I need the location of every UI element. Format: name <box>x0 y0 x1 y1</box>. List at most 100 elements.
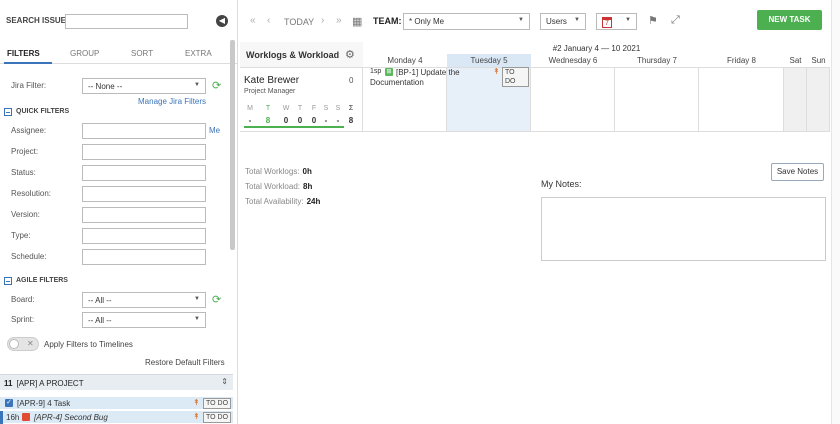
refresh-icon[interactable]: ⟳ <box>212 293 221 306</box>
save-notes-button[interactable]: Save Notes <box>771 163 824 181</box>
double-chevron-right-icon[interactable]: » <box>336 15 342 26</box>
jira-filter-row: Jira Filter: -- None -- ▼ ⟳ <box>0 77 237 95</box>
double-chevron-left-icon[interactable]: « <box>250 15 256 26</box>
weekday-letter: T <box>265 105 271 112</box>
task-checkbox-icon: ✓ <box>5 399 13 407</box>
notes-textarea[interactable] <box>541 197 826 261</box>
user-role: Project Manager <box>244 88 296 95</box>
total-worklogs-value: 0h <box>302 167 312 176</box>
chevron-left-icon[interactable]: ‹ <box>267 15 270 26</box>
project-group-header[interactable]: 11 [APR] A PROJECT ⇕ <box>0 374 233 390</box>
view-select[interactable]: Users ▼ <box>540 13 586 30</box>
day-header-thursday: Thursday 7 <box>615 54 699 68</box>
total-availability-label: Total Availability: <box>245 197 304 206</box>
assignee-input[interactable] <box>82 123 206 139</box>
weekday-letter: W <box>282 105 290 112</box>
weekday-letter: M <box>247 105 253 112</box>
worklogs-header: Worklogs & Workload ⚙ <box>240 42 363 68</box>
version-label: Version: <box>11 210 40 219</box>
day-cell-thursday[interactable] <box>615 68 699 132</box>
chevron-down-icon: ▼ <box>625 17 631 23</box>
calendar-icon[interactable]: ▦ <box>352 15 362 28</box>
toggle-off-icon: ✕ <box>27 339 34 348</box>
left-panel-scrollbar[interactable] <box>230 40 235 250</box>
day-header-tuesday: Tuesday 5 <box>447 54 531 68</box>
sprint-select[interactable]: -- All -- ▼ <box>82 312 206 328</box>
expand-icon[interactable]: ⤢ <box>671 14 680 27</box>
apply-timelines-toggle[interactable]: ✕ <box>7 337 39 351</box>
new-task-button[interactable]: NEW TASK <box>757 10 822 30</box>
day-cell-wednesday[interactable] <box>531 68 615 132</box>
total-worklogs-label: Total Worklogs: <box>245 167 300 176</box>
story-icon: ⊞ <box>385 68 393 76</box>
restore-default-filters-link[interactable]: Restore Default Filters <box>145 358 225 367</box>
day-header-monday: Monday 4 <box>363 54 447 68</box>
search-input[interactable] <box>65 14 188 29</box>
total-workload: Total Workload: 8h <box>245 182 312 191</box>
filter-tabs: FILTERS GROUP SORT EXTRA <box>0 44 237 64</box>
resolution-input[interactable] <box>82 186 206 202</box>
jira-filter-value: -- None -- <box>88 82 123 91</box>
team-label: TEAM: <box>373 16 402 26</box>
assignee-label: Assignee: <box>11 126 47 135</box>
schedule-input[interactable] <box>82 249 206 265</box>
task-card[interactable]: [BP-1] Update the Documentation 1sp ⊞ ↟ … <box>368 67 529 89</box>
weekday-letter: F <box>311 105 317 112</box>
date-picker[interactable]: 7 ▼ <box>596 13 637 30</box>
me-link[interactable]: Me <box>209 126 220 135</box>
issue-estimate: 16h <box>6 413 20 422</box>
version-input[interactable] <box>82 207 206 223</box>
priority-high-icon: ↟ <box>193 398 200 407</box>
task-card-estimate: 1sp <box>370 68 382 75</box>
issue-row[interactable]: 16h [APR-4] Second Bug ↟ TO DO <box>0 411 233 424</box>
chevron-right-icon[interactable]: › <box>321 15 324 26</box>
user-row[interactable]: Kate Brewer Project Manager 0 M T W T F … <box>240 68 363 132</box>
quick-filters-section[interactable]: QUICK FILTERS <box>4 106 234 120</box>
weekday-letter: S <box>323 105 329 112</box>
collapse-section-icon <box>4 277 12 285</box>
bug-icon <box>22 413 30 421</box>
weekday-hours: - <box>324 116 328 125</box>
jira-filter-select[interactable]: -- None -- ▼ <box>82 78 206 94</box>
project-name: [APR] A PROJECT <box>16 379 84 388</box>
manage-jira-filters-link[interactable]: Manage Jira Filters <box>138 97 206 106</box>
main-scrollbar[interactable] <box>831 0 840 424</box>
day-cell-saturday[interactable] <box>784 68 807 132</box>
weekday-hours: 0 <box>297 116 303 125</box>
agile-filters-section[interactable]: AGILE FILTERS <box>4 275 234 289</box>
tab-sort[interactable]: SORT <box>131 49 153 58</box>
chevron-down-icon: ▼ <box>194 316 200 322</box>
project-filter-row: Project: <box>0 143 237 161</box>
project-input[interactable] <box>82 144 206 160</box>
gear-icon[interactable]: ⚙ <box>345 48 355 61</box>
assignee-filter-row: Assignee: Me <box>0 122 237 140</box>
board-select[interactable]: -- All -- ▼ <box>82 292 206 308</box>
sort-arrows-icon[interactable]: ⇕ <box>221 377 228 386</box>
day-cell-friday[interactable] <box>699 68 784 132</box>
refresh-icon[interactable]: ⟳ <box>212 79 221 92</box>
issue-row[interactable]: ✓ [APR-9] 4 Task ↟ TO DO <box>0 397 233 410</box>
status-badge: TO DO <box>203 398 232 409</box>
tab-group[interactable]: GROUP <box>70 49 99 58</box>
status-badge: TO DO <box>502 67 529 87</box>
day-cell-sunday[interactable] <box>807 68 830 132</box>
collapse-section-icon <box>4 108 12 116</box>
workload-bar <box>244 126 344 128</box>
status-filter-row: Status: <box>0 164 237 182</box>
type-input[interactable] <box>82 228 206 244</box>
weekday-hours: - <box>336 116 340 125</box>
weekday-hours: - <box>248 116 252 125</box>
sprint-value: -- All -- <box>88 316 112 325</box>
issue-title: [APR-4] Second Bug <box>34 413 108 422</box>
weekday-hours: 0 <box>283 116 289 125</box>
search-label: SEARCH ISSUES: <box>6 16 75 25</box>
tab-filters[interactable]: FILTERS <box>7 49 40 58</box>
collapse-panel-icon[interactable]: ◀ <box>216 15 228 27</box>
team-select[interactable]: * Only Me ▼ <box>403 13 530 30</box>
chevron-down-icon: ▼ <box>194 82 200 88</box>
today-button[interactable]: TODAY <box>284 17 314 27</box>
flag-icon[interactable]: ⚑ <box>648 14 658 27</box>
tab-extra[interactable]: EXTRA <box>185 49 212 58</box>
status-input[interactable] <box>82 165 206 181</box>
week-range-label: #2 January 4 — 10 2021 <box>552 44 641 53</box>
